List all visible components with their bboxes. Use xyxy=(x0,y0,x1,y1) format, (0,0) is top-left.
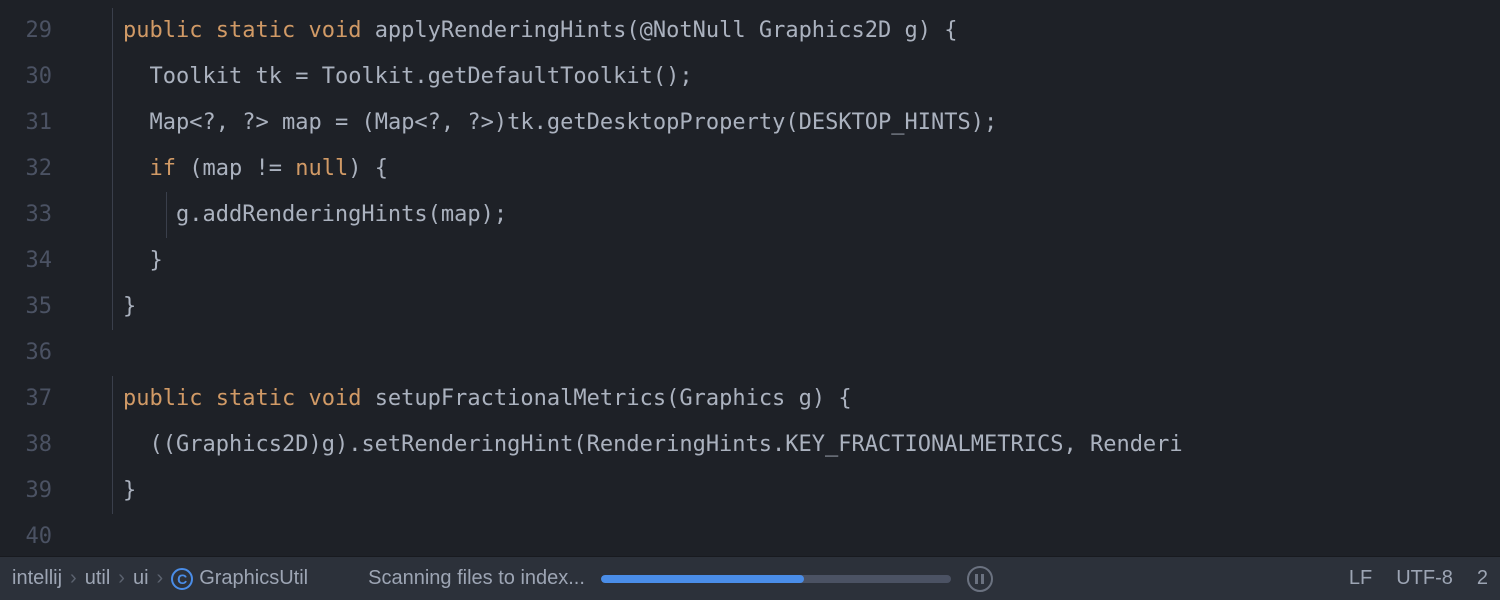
progress-fill xyxy=(601,575,804,583)
breadcrumb-item[interactable]: intellij xyxy=(12,567,62,590)
code-content[interactable]: public static void applyRenderingHints(@… xyxy=(70,0,1500,556)
code-line[interactable]: g.addRenderingHints(map); xyxy=(70,192,1500,238)
code-line[interactable]: if (map != null) { xyxy=(70,146,1500,192)
line-number[interactable]: 30 xyxy=(0,54,70,100)
task-label[interactable]: Scanning files to index... xyxy=(368,567,585,590)
line-number[interactable]: 33 xyxy=(0,192,70,238)
chevron-right-icon: › xyxy=(157,567,164,590)
pause-icon xyxy=(975,574,978,584)
code-line[interactable] xyxy=(70,330,1500,376)
code-line[interactable]: public static void setupFractionalMetric… xyxy=(70,376,1500,422)
status-bar: intellij › util › ui › C GraphicsUtil Sc… xyxy=(0,556,1500,600)
breadcrumb-item[interactable]: util xyxy=(85,567,111,590)
line-separator-widget[interactable]: LF xyxy=(1349,567,1372,590)
pause-button[interactable] xyxy=(967,566,993,592)
line-number[interactable]: 29 xyxy=(0,8,70,54)
encoding-widget[interactable]: UTF-8 xyxy=(1396,567,1453,590)
gutter: 29 30 31 32 33 34 35 36 37 38 39 40 xyxy=(0,0,70,556)
line-number[interactable]: 40 xyxy=(0,514,70,556)
class-icon: C xyxy=(171,568,193,590)
line-number[interactable]: 39 xyxy=(0,468,70,514)
code-line[interactable]: Map<?, ?> map = (Map<?, ?>)tk.getDesktop… xyxy=(70,100,1500,146)
line-number[interactable]: 32 xyxy=(0,146,70,192)
code-line[interactable] xyxy=(70,514,1500,556)
code-line[interactable]: } xyxy=(70,284,1500,330)
code-line[interactable]: } xyxy=(70,238,1500,284)
line-number[interactable]: 38 xyxy=(0,422,70,468)
code-line[interactable]: Toolkit tk = Toolkit.getDefaultToolkit()… xyxy=(70,54,1500,100)
indent-widget[interactable]: 2 xyxy=(1477,567,1488,590)
breadcrumb-item[interactable]: C GraphicsUtil xyxy=(171,567,308,590)
breadcrumb-item[interactable]: ui xyxy=(133,567,149,590)
line-number[interactable]: 36 xyxy=(0,330,70,376)
breadcrumb-label: GraphicsUtil xyxy=(199,567,308,590)
pause-icon xyxy=(981,574,984,584)
line-number[interactable]: 31 xyxy=(0,100,70,146)
breadcrumbs: intellij › util › ui › C GraphicsUtil xyxy=(12,567,308,590)
line-number[interactable]: 35 xyxy=(0,284,70,330)
code-line[interactable]: ((Graphics2D)g).setRenderingHint(Renderi… xyxy=(70,422,1500,468)
status-task: Scanning files to index... xyxy=(368,566,993,592)
editor-area: 29 30 31 32 33 34 35 36 37 38 39 40 publ… xyxy=(0,0,1500,556)
status-right: LF UTF-8 2 xyxy=(1349,567,1488,590)
line-number[interactable]: 37 xyxy=(0,376,70,422)
code-line[interactable]: } xyxy=(70,468,1500,514)
chevron-right-icon: › xyxy=(70,567,77,590)
chevron-right-icon: › xyxy=(118,567,125,590)
code-line[interactable]: public static void applyRenderingHints(@… xyxy=(70,8,1500,54)
line-number[interactable]: 34 xyxy=(0,238,70,284)
progress-bar[interactable] xyxy=(601,575,951,583)
